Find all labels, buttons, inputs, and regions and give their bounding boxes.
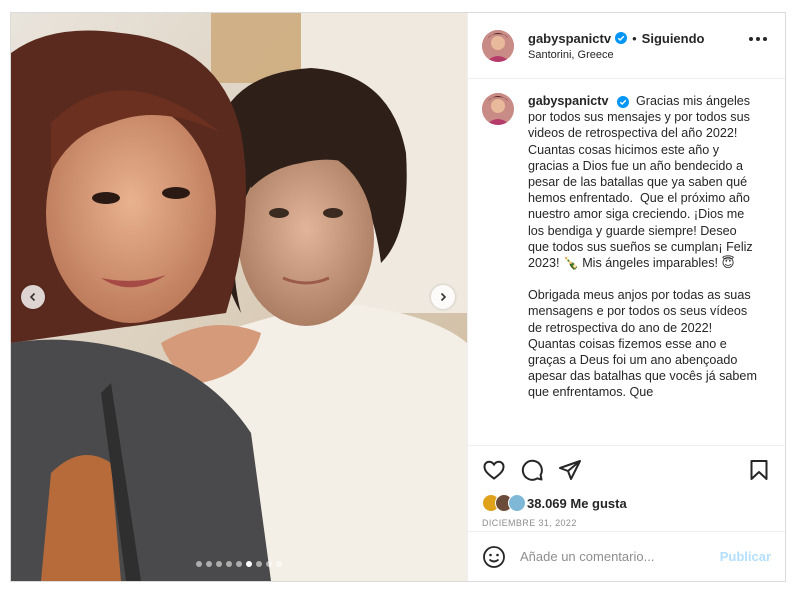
carousel-dot xyxy=(196,561,202,567)
post-date: DICIEMBRE 31, 2022 xyxy=(482,518,577,528)
carousel-dot xyxy=(236,561,242,567)
caption-paragraph-portuguese: Obrigada meus anjos por todas as suas me… xyxy=(528,288,761,400)
carousel-dot xyxy=(266,561,272,567)
previous-image-button[interactable] xyxy=(21,285,45,309)
likes-count[interactable]: 38.069 Me gusta xyxy=(527,496,627,511)
emoji-icon[interactable] xyxy=(482,545,506,569)
chevron-left-icon xyxy=(29,292,36,302)
carousel-indicator xyxy=(11,561,467,567)
comment-input[interactable] xyxy=(520,549,720,564)
caption-username[interactable]: gabyspanictv xyxy=(528,94,609,108)
bookmark-icon[interactable] xyxy=(747,458,771,482)
carousel-dot xyxy=(256,561,262,567)
caption-section: gabyspanictv Gracias mis ángeles por tod… xyxy=(468,79,785,445)
next-image-button[interactable] xyxy=(431,285,455,309)
post-header: gabyspanictv • Siguiendo Santorini, Gree… xyxy=(468,13,785,79)
verified-badge-icon xyxy=(616,95,629,108)
send-icon[interactable] xyxy=(558,458,582,482)
location-link[interactable]: Santorini, Greece xyxy=(528,49,705,61)
selfie-photo xyxy=(11,13,467,581)
liker-avatars xyxy=(482,494,526,512)
avatar-image xyxy=(482,93,514,125)
following-button[interactable]: Siguiendo xyxy=(642,31,705,46)
separator-dot: • xyxy=(632,30,637,46)
post-photo[interactable] xyxy=(11,13,467,581)
more-options-icon[interactable] xyxy=(749,37,767,41)
liker-avatar xyxy=(508,494,526,512)
post-details-panel: gabyspanictv • Siguiendo Santorini, Gree… xyxy=(467,13,785,581)
avatar-image xyxy=(482,29,514,62)
caption-text: gabyspanictv Gracias mis ángeles por tod… xyxy=(528,93,758,445)
likes-row[interactable]: 38.069 Me gusta xyxy=(482,494,771,512)
carousel-dot xyxy=(216,561,222,567)
publish-button[interactable]: Publicar xyxy=(720,549,771,564)
comment-bar: Publicar xyxy=(468,531,785,581)
caption-paragraph-spanish: Gracias mis ángeles por todos sus mensaj… xyxy=(528,94,757,271)
carousel-dot xyxy=(246,561,252,567)
caption-avatar[interactable] xyxy=(482,93,514,125)
carousel-dot xyxy=(276,561,282,567)
instagram-post: gabyspanictv • Siguiendo Santorini, Gree… xyxy=(10,12,786,582)
heart-icon[interactable] xyxy=(482,458,506,482)
verified-badge-icon xyxy=(615,32,628,44)
carousel-dot xyxy=(226,561,232,567)
actions-section: 38.069 Me gusta DICIEMBRE 31, 2022 xyxy=(468,445,785,531)
comment-icon[interactable] xyxy=(520,458,544,482)
author-username[interactable]: gabyspanictv xyxy=(528,31,611,46)
carousel-dot xyxy=(206,561,212,567)
avatar[interactable] xyxy=(482,29,514,62)
chevron-right-icon xyxy=(440,292,447,302)
